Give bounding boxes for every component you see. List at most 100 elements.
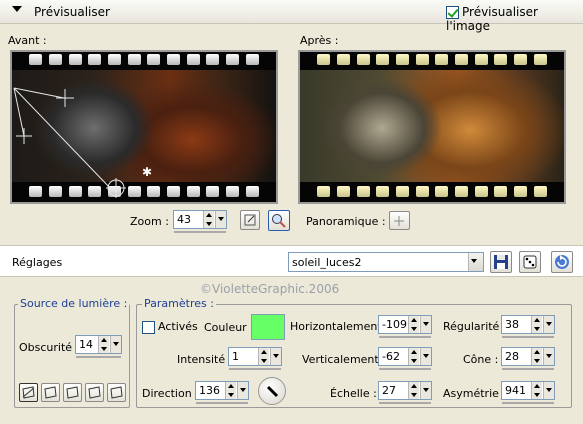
save-preset-button[interactable] <box>490 251 512 273</box>
horizontal-slider[interactable] <box>379 336 431 338</box>
color-swatch-fill <box>252 315 284 339</box>
direction-spinner[interactable]: 136 <box>195 381 249 404</box>
svg-text:✱: ✱ <box>142 165 152 179</box>
asymmetry-slider[interactable] <box>502 402 554 404</box>
cone-dropdown-button[interactable] <box>543 348 554 365</box>
zoom-slider[interactable] <box>174 231 226 233</box>
collapse-arrow-icon[interactable] <box>12 6 22 12</box>
direction-dial[interactable] <box>258 377 286 405</box>
direction-slider[interactable] <box>196 402 248 404</box>
zoom-spinner[interactable]: 43 <box>173 210 227 233</box>
scale-dropdown-button[interactable] <box>420 382 431 399</box>
horizontal-value: -109 <box>382 318 407 331</box>
regularity-label: Régularité : <box>443 320 507 333</box>
scale-spinner[interactable]: 27 <box>378 381 432 404</box>
light-shape-icon <box>110 386 123 399</box>
random-button[interactable] <box>519 251 541 273</box>
regularity-value: 38 <box>505 318 519 331</box>
direction-spin-buttons[interactable] <box>225 382 236 399</box>
scale-value: 27 <box>382 384 396 397</box>
regularity-slider[interactable] <box>502 336 554 338</box>
zoom-dropdown-button[interactable] <box>215 211 226 228</box>
vertical-value: -62 <box>382 350 400 363</box>
direction-value: 136 <box>199 384 220 397</box>
light-shape-icon <box>22 386 35 399</box>
preview-image-toggle[interactable]: Prévisualiser l'image <box>446 5 583 33</box>
darkness-slider[interactable] <box>76 356 121 358</box>
magnifier-icon <box>272 214 286 228</box>
watermark-text: ©VioletteGraphic.2006 <box>200 282 340 296</box>
intensity-slider[interactable] <box>229 368 281 370</box>
reset-arrow-icon <box>555 255 569 269</box>
pan-cross-icon <box>394 216 404 226</box>
regularity-spinner[interactable]: 38 <box>501 315 555 338</box>
zoom-to-fit-button[interactable] <box>240 210 260 230</box>
direction-needle-icon <box>266 385 279 398</box>
cone-slider[interactable] <box>502 368 554 370</box>
light-shape-icon <box>44 386 57 399</box>
asymmetry-value: 941 <box>505 384 526 397</box>
darkness-dropdown-button[interactable] <box>110 336 121 353</box>
enabled-label: Activés <box>158 320 198 333</box>
asymmetry-dropdown-button[interactable] <box>543 382 554 399</box>
darkness-label: Obscurité : <box>19 341 80 354</box>
light-source-selector <box>19 383 126 403</box>
vertical-dropdown-button[interactable] <box>420 348 431 365</box>
intensity-label: Intensité : <box>177 353 233 366</box>
color-swatch[interactable] <box>251 314 285 340</box>
zoom-value: 43 <box>177 213 191 226</box>
color-label: Couleur : <box>204 321 254 334</box>
cone-spin-buttons[interactable] <box>531 348 542 365</box>
direction-label: Direction : <box>142 387 199 400</box>
regularity-spin-buttons[interactable] <box>531 316 542 333</box>
horizontal-spinner[interactable]: -109 <box>378 315 432 338</box>
cone-spinner[interactable]: 28 <box>501 347 555 370</box>
light-source-4-button[interactable] <box>85 383 104 402</box>
intensity-spin-buttons[interactable] <box>258 348 269 365</box>
horizontal-dropdown-button[interactable] <box>420 316 431 333</box>
intensity-spinner[interactable]: 1 <box>228 347 282 370</box>
vertical-slider[interactable] <box>379 368 431 370</box>
before-preview[interactable]: ✱ <box>10 50 278 204</box>
zoom-tool-button[interactable] <box>268 210 290 231</box>
zoom-spin-buttons[interactable] <box>203 211 214 228</box>
preview-image-label: Prévisualiser l'image <box>446 5 538 33</box>
enabled-checkbox[interactable] <box>142 320 155 334</box>
scale-spin-buttons[interactable] <box>408 382 419 399</box>
asymmetry-label: Asymétrie : <box>443 387 507 400</box>
light-shape-icon <box>66 386 79 399</box>
light-source-3-button[interactable] <box>63 383 82 402</box>
light-source-5-button[interactable] <box>107 383 126 402</box>
horizontal-spin-buttons[interactable] <box>408 316 419 333</box>
asymmetry-spin-buttons[interactable] <box>531 382 542 399</box>
horizontal-label: Horizontalement : <box>290 320 389 333</box>
pan-button[interactable] <box>389 211 410 230</box>
presets-combo[interactable]: soleil_luces2 <box>288 252 484 272</box>
cone-value: 28 <box>505 350 519 363</box>
params-title: Paramètres : <box>142 297 216 310</box>
light-source-2-button[interactable] <box>41 383 60 402</box>
preview-image-checkbox[interactable] <box>446 6 459 19</box>
vertical-spin-buttons[interactable] <box>408 348 419 365</box>
direction-dropdown-button[interactable] <box>237 382 248 399</box>
darkness-spinner[interactable]: 14 <box>75 335 122 358</box>
presets-dropdown-button[interactable] <box>468 253 483 271</box>
cone-label: Cône : <box>463 353 499 366</box>
vertical-spinner[interactable]: -62 <box>378 347 432 370</box>
scale-slider[interactable] <box>379 402 431 404</box>
light-source-1-button[interactable] <box>19 383 38 402</box>
darkness-spin-buttons[interactable] <box>98 336 109 353</box>
vertical-label: Verticalement : <box>302 353 386 366</box>
reset-button[interactable] <box>551 251 573 273</box>
light-control-overlay[interactable]: ✱ <box>12 52 276 202</box>
darkness-value: 14 <box>79 338 93 351</box>
light-shape-icon <box>88 386 101 399</box>
asymmetry-spinner[interactable]: 941 <box>501 381 555 404</box>
regularity-dropdown-button[interactable] <box>543 316 554 333</box>
dice-icon <box>523 255 537 269</box>
intensity-dropdown-button[interactable] <box>270 348 281 365</box>
after-bottom-sprockets <box>300 184 564 200</box>
zoom-label: Zoom : <box>130 215 169 228</box>
presets-value: soleil_luces2 <box>292 256 362 269</box>
after-top-sprockets <box>300 52 564 68</box>
